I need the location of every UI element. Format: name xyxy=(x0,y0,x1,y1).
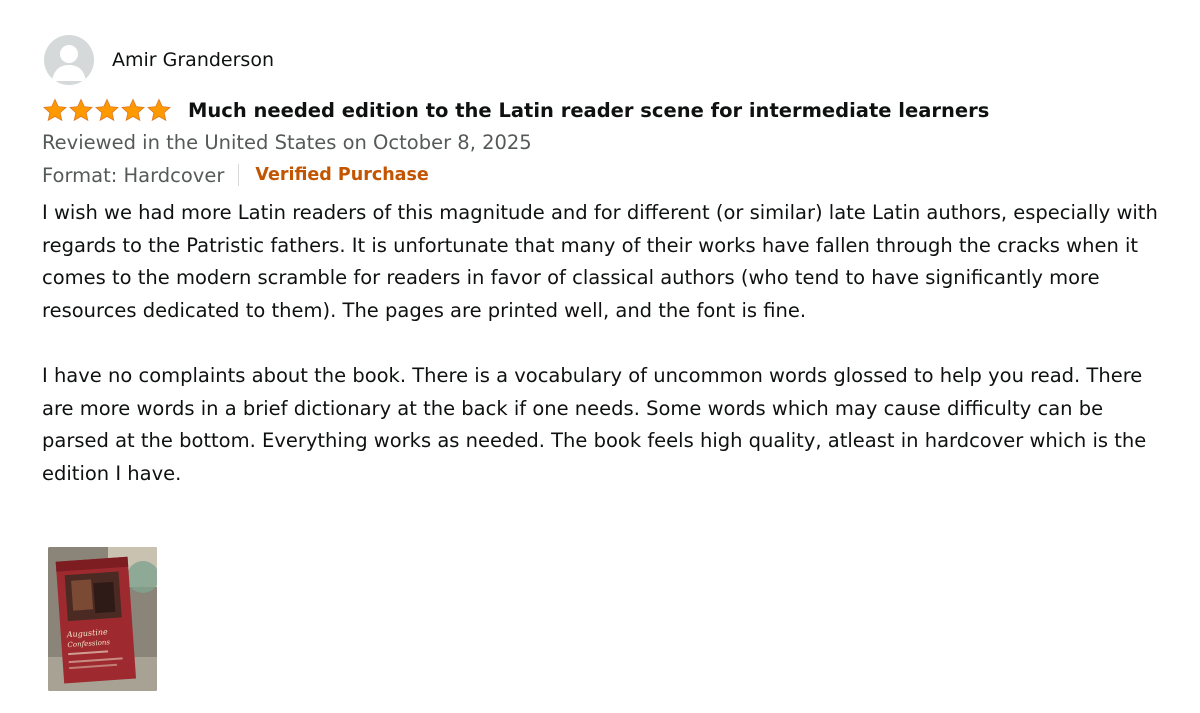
star-filled-icon xyxy=(147,98,171,121)
review-title-row: Much needed edition to the Latin reader … xyxy=(42,95,1172,125)
reviewer-profile[interactable]: Amir Granderson xyxy=(44,34,1172,86)
review-title[interactable]: Much needed edition to the Latin reader … xyxy=(188,99,989,122)
verified-purchase-badge: Verified Purchase xyxy=(255,165,429,185)
star-filled-icon xyxy=(95,98,119,121)
review-paragraph: I have no complaints about the book. The… xyxy=(42,363,1147,485)
star-filled-icon xyxy=(121,98,145,121)
reviewer-name[interactable]: Amir Granderson xyxy=(112,49,274,71)
review-date: Reviewed in the United States on October… xyxy=(42,131,532,154)
star-filled-icon xyxy=(43,98,67,121)
review-paragraph: I wish we had more Latin readers of this… xyxy=(42,201,1158,322)
default-profile-avatar-icon[interactable] xyxy=(44,35,94,85)
star-rating[interactable] xyxy=(42,98,172,123)
review-body: I wish we had more Latin readers of this… xyxy=(42,197,1172,490)
customer-review: Amir Granderson Much needed edition to t… xyxy=(42,34,1172,490)
star-filled-icon xyxy=(69,98,93,121)
review-meta: Format: Hardcover Verified Purchase xyxy=(42,159,1172,191)
format-link[interactable]: Format: Hardcover xyxy=(42,164,224,187)
review-image-thumbnail[interactable]: Augustine Confessions xyxy=(48,547,157,691)
meta-divider xyxy=(238,164,240,186)
